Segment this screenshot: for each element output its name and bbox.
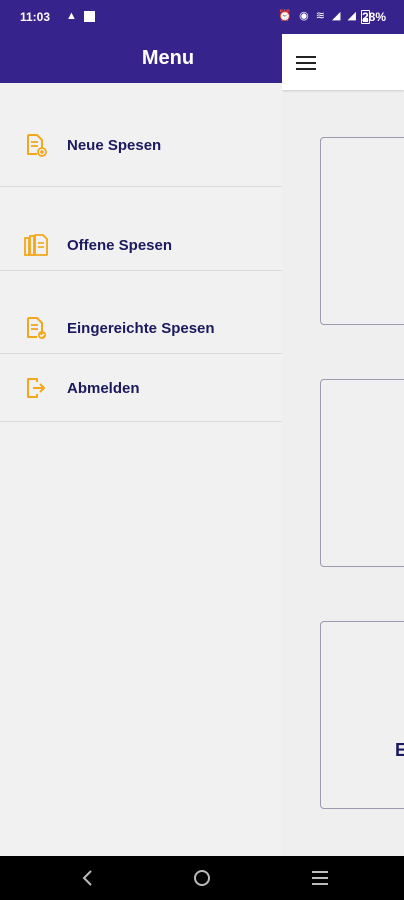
system-navigation-bar bbox=[0, 856, 404, 900]
menu-item-label: Abmelden bbox=[67, 380, 140, 397]
dashboard-card[interactable] bbox=[320, 137, 404, 325]
logout-icon bbox=[24, 376, 48, 400]
documents-stack-icon bbox=[24, 233, 48, 257]
dashboard-card[interactable] bbox=[320, 379, 404, 567]
menu-item-label: Neue Spesen bbox=[67, 137, 162, 154]
navigation-drawer: Menu Neue Spesen Offene Spesen Eingereic… bbox=[0, 34, 282, 856]
hamburger-icon[interactable] bbox=[296, 56, 316, 70]
menu-item-neue-spesen[interactable]: Neue Spesen bbox=[0, 83, 282, 187]
notification-icon: ▲ bbox=[66, 10, 77, 22]
menu-item-abmelden[interactable]: Abmelden bbox=[0, 354, 282, 422]
status-bar: 11:03 ▲ ⏰ ◉ ≋ ◢ ◢ 28% bbox=[0, 0, 404, 34]
document-check-icon bbox=[24, 316, 48, 340]
menu-item-eingereichte-spesen[interactable]: Eingereichte Spesen bbox=[0, 271, 282, 354]
dashboard-card[interactable]: E bbox=[320, 621, 404, 809]
notification-square-icon bbox=[84, 11, 95, 22]
document-add-icon bbox=[24, 133, 48, 157]
drawer-title: Menu bbox=[141, 47, 195, 69]
menu-item-offene-spesen[interactable]: Offene Spesen bbox=[0, 187, 282, 271]
menu-list: Neue Spesen Offene Spesen Eingereichte S… bbox=[0, 83, 282, 422]
status-time: 11:03 bbox=[20, 10, 51, 24]
drawer-header: Menu bbox=[0, 34, 282, 83]
recents-icon[interactable] bbox=[310, 868, 330, 888]
menu-item-label: Eingereichte Spesen bbox=[67, 320, 215, 337]
system-status-icons: ⏰ ◉ ≋ ◢ ◢ bbox=[278, 10, 358, 22]
back-icon[interactable] bbox=[78, 868, 98, 888]
card-label: E bbox=[395, 740, 404, 760]
battery-percent: 28% bbox=[361, 10, 386, 24]
menu-item-label: Offene Spesen bbox=[67, 237, 173, 254]
app-toolbar bbox=[282, 34, 404, 90]
home-icon[interactable] bbox=[192, 868, 212, 888]
